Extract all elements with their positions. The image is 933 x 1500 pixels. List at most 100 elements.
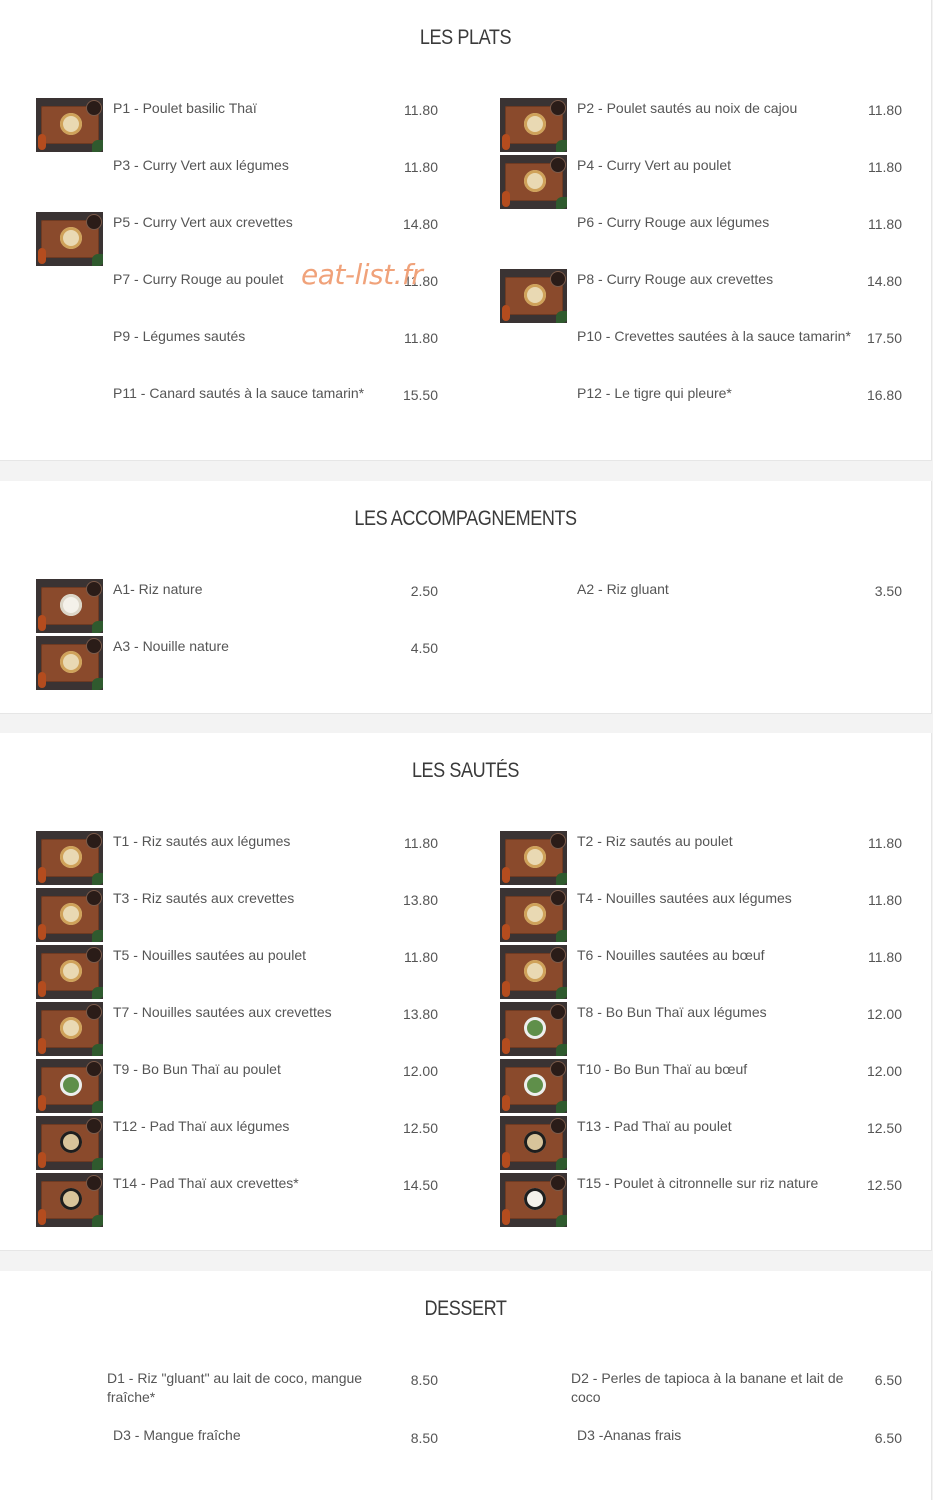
item-name: P6 - Curry Rouge aux légumes [577, 214, 770, 230]
item-name: D2 - Perles de tapioca à la banane et la… [571, 1370, 844, 1405]
item-name: D3 - Mangue fraîche [113, 1427, 241, 1443]
menu-item-t1[interactable]: T1 - Riz sautés aux légumes 11.80 [36, 831, 456, 885]
item-price: 3.50 [874, 583, 902, 599]
menu-item-a1[interactable]: A1- Riz nature 2.50 [36, 579, 456, 633]
section-plats: LES PLATS P1 - Poulet basilic Thaï 11.80… [0, 0, 932, 461]
item-price: 11.80 [404, 330, 438, 346]
item-name: P3 - Curry Vert aux légumes [113, 157, 289, 173]
item-price: 16.80 [866, 387, 902, 403]
dish-photo [36, 1116, 103, 1170]
item-name: T10 - Bo Bun Thaï au bœuf [577, 1061, 748, 1077]
menu-item-p10[interactable]: P10 - Crevettes sautées à la sauce tamar… [500, 326, 920, 380]
item-name: D3 -Ananas frais [577, 1427, 682, 1443]
menu-item-p12[interactable]: P12 - Le tigre qui pleure* 16.80 [500, 383, 920, 437]
item-name: T12 - Pad Thaï aux légumes [113, 1118, 290, 1134]
item-price: 14.80 [866, 273, 902, 289]
item-name: T6 - Nouilles sautées au bœuf [577, 947, 765, 963]
dish-photo [500, 945, 567, 999]
menu-item-p8[interactable]: P8 - Curry Rouge aux crevettes 14.80 [500, 269, 920, 323]
item-price: 15.50 [402, 387, 438, 403]
item-name: P10 - Crevettes sautées à la sauce tamar… [577, 328, 851, 344]
item-name: P12 - Le tigre qui pleure* [577, 385, 732, 401]
item-price: 11.80 [868, 949, 902, 965]
menu-item-t5[interactable]: T5 - Nouilles sautées au poulet 11.80 [36, 945, 456, 999]
section-title: LES SAUTÉS [411, 759, 520, 782]
item-price: 11.80 [404, 159, 438, 175]
menu-item-p4[interactable]: P4 - Curry Vert au poulet 11.80 [500, 155, 920, 209]
dish-photo [36, 1002, 103, 1056]
menu-item-p9[interactable]: P9 - Légumes sautés 11.80 [36, 326, 456, 380]
menu-item-p2[interactable]: P2 - Poulet sautés au noix de cajou 11.8… [500, 98, 920, 152]
dish-photo [36, 636, 103, 690]
item-price: 2.50 [410, 583, 438, 599]
section-title: LES ACCOMPAGNEMENTS [354, 507, 577, 530]
item-name: T8 - Bo Bun Thaï aux légumes [577, 1004, 767, 1020]
item-price: 12.50 [866, 1120, 902, 1136]
menu-item-t14[interactable]: T14 - Pad Thaï aux crevettes* 14.50 [36, 1173, 456, 1227]
menu-item-p1[interactable]: P1 - Poulet basilic Thaï 11.80 [36, 98, 456, 152]
section-title: LES PLATS [419, 26, 512, 49]
item-name: P4 - Curry Vert au poulet [577, 157, 732, 173]
item-name: T3 - Riz sautés aux crevettes [113, 890, 295, 906]
item-price: 11.80 [868, 892, 902, 908]
menu-item-d3-ananas[interactable]: D3 -Ananas frais 6.50 [500, 1426, 920, 1456]
dish-photo [36, 888, 103, 942]
item-name: T15 - Poulet à citronnelle sur riz natur… [577, 1175, 819, 1191]
dish-photo [500, 269, 567, 323]
item-price: 6.50 [874, 1430, 902, 1446]
item-name: A1- Riz nature [113, 581, 203, 597]
section-sautes: LES SAUTÉS T1 - Riz sautés aux légumes 1… [0, 733, 932, 1251]
menu-item-t6[interactable]: T6 - Nouilles sautées au bœuf 11.80 [500, 945, 920, 999]
menu-item-t15[interactable]: T15 - Poulet à citronnelle sur riz natur… [500, 1173, 920, 1227]
item-name: A2 - Riz gluant [577, 581, 669, 597]
item-name: P7 - Curry Rouge au poulet [113, 271, 284, 287]
dish-photo [500, 1173, 567, 1227]
menu-item-p3[interactable]: P3 - Curry Vert aux légumes 11.80 [36, 155, 456, 209]
item-name: T14 - Pad Thaï aux crevettes* [113, 1175, 299, 1191]
menu-item-p6[interactable]: P6 - Curry Rouge aux légumes 11.80 [500, 212, 920, 266]
menu-item-t12[interactable]: T12 - Pad Thaï aux légumes 12.50 [36, 1116, 456, 1170]
menu-item-a2[interactable]: A2 - Riz gluant 3.50 [500, 579, 920, 633]
menu-item-t2[interactable]: T2 - Riz sautés au poulet 11.80 [500, 831, 920, 885]
dish-photo [36, 98, 103, 152]
dish-photo [500, 155, 567, 209]
item-name: P2 - Poulet sautés au noix de cajou [577, 100, 798, 116]
section-dessert: DESSERT D1 - Riz "gluant" au lait de coc… [0, 1271, 932, 1500]
menu-item-d2[interactable]: D2 - Perles de tapioca à la banane et la… [500, 1369, 920, 1413]
dish-photo [500, 888, 567, 942]
dish-photo [36, 945, 103, 999]
item-price: 13.80 [402, 1006, 438, 1022]
menu-item-d3[interactable]: D3 - Mangue fraîche 8.50 [36, 1426, 456, 1456]
item-price: 14.80 [402, 216, 438, 232]
item-price: 12.00 [866, 1006, 902, 1022]
item-price: 17.50 [866, 330, 902, 346]
item-price: 11.80 [404, 835, 438, 851]
dish-photo [500, 1116, 567, 1170]
item-price: 12.50 [866, 1177, 902, 1193]
menu-item-t10[interactable]: T10 - Bo Bun Thaï au bœuf 12.00 [500, 1059, 920, 1113]
dish-photo [500, 98, 567, 152]
item-price: 12.50 [402, 1120, 438, 1136]
menu-item-p11[interactable]: P11 - Canard sautés à la sauce tamarin* … [36, 383, 456, 437]
menu-item-t7[interactable]: T7 - Nouilles sautées aux crevettes 13.8… [36, 1002, 456, 1056]
menu-item-t13[interactable]: T13 - Pad Thaï au poulet 12.50 [500, 1116, 920, 1170]
item-name: D1 - Riz "gluant" au lait de coco, mangu… [107, 1370, 363, 1405]
watermark-logo: eat-list.fr [301, 258, 423, 291]
item-name: T13 - Pad Thaï au poulet [577, 1118, 732, 1134]
dish-photo [500, 1002, 567, 1056]
menu-item-a3[interactable]: A3 - Nouille nature 4.50 [36, 636, 456, 690]
menu-item-t4[interactable]: T4 - Nouilles sautées aux légumes 11.80 [500, 888, 920, 942]
item-price: 13.80 [402, 892, 438, 908]
dish-photo [36, 831, 103, 885]
menu-item-t9[interactable]: T9 - Bo Bun Thaï au poulet 12.00 [36, 1059, 456, 1113]
menu-item-t8[interactable]: T8 - Bo Bun Thaï aux légumes 12.00 [500, 1002, 920, 1056]
item-price: 12.00 [866, 1063, 902, 1079]
menu-item-d1[interactable]: D1 - Riz "gluant" au lait de coco, mangu… [36, 1369, 456, 1413]
item-name: T7 - Nouilles sautées aux crevettes [113, 1004, 332, 1020]
dish-photo [36, 212, 103, 266]
item-price: 8.50 [410, 1430, 438, 1446]
item-price: 11.80 [868, 835, 902, 851]
item-name: T2 - Riz sautés au poulet [577, 833, 733, 849]
dish-photo [500, 1059, 567, 1113]
menu-item-t3[interactable]: T3 - Riz sautés aux crevettes 13.80 [36, 888, 456, 942]
